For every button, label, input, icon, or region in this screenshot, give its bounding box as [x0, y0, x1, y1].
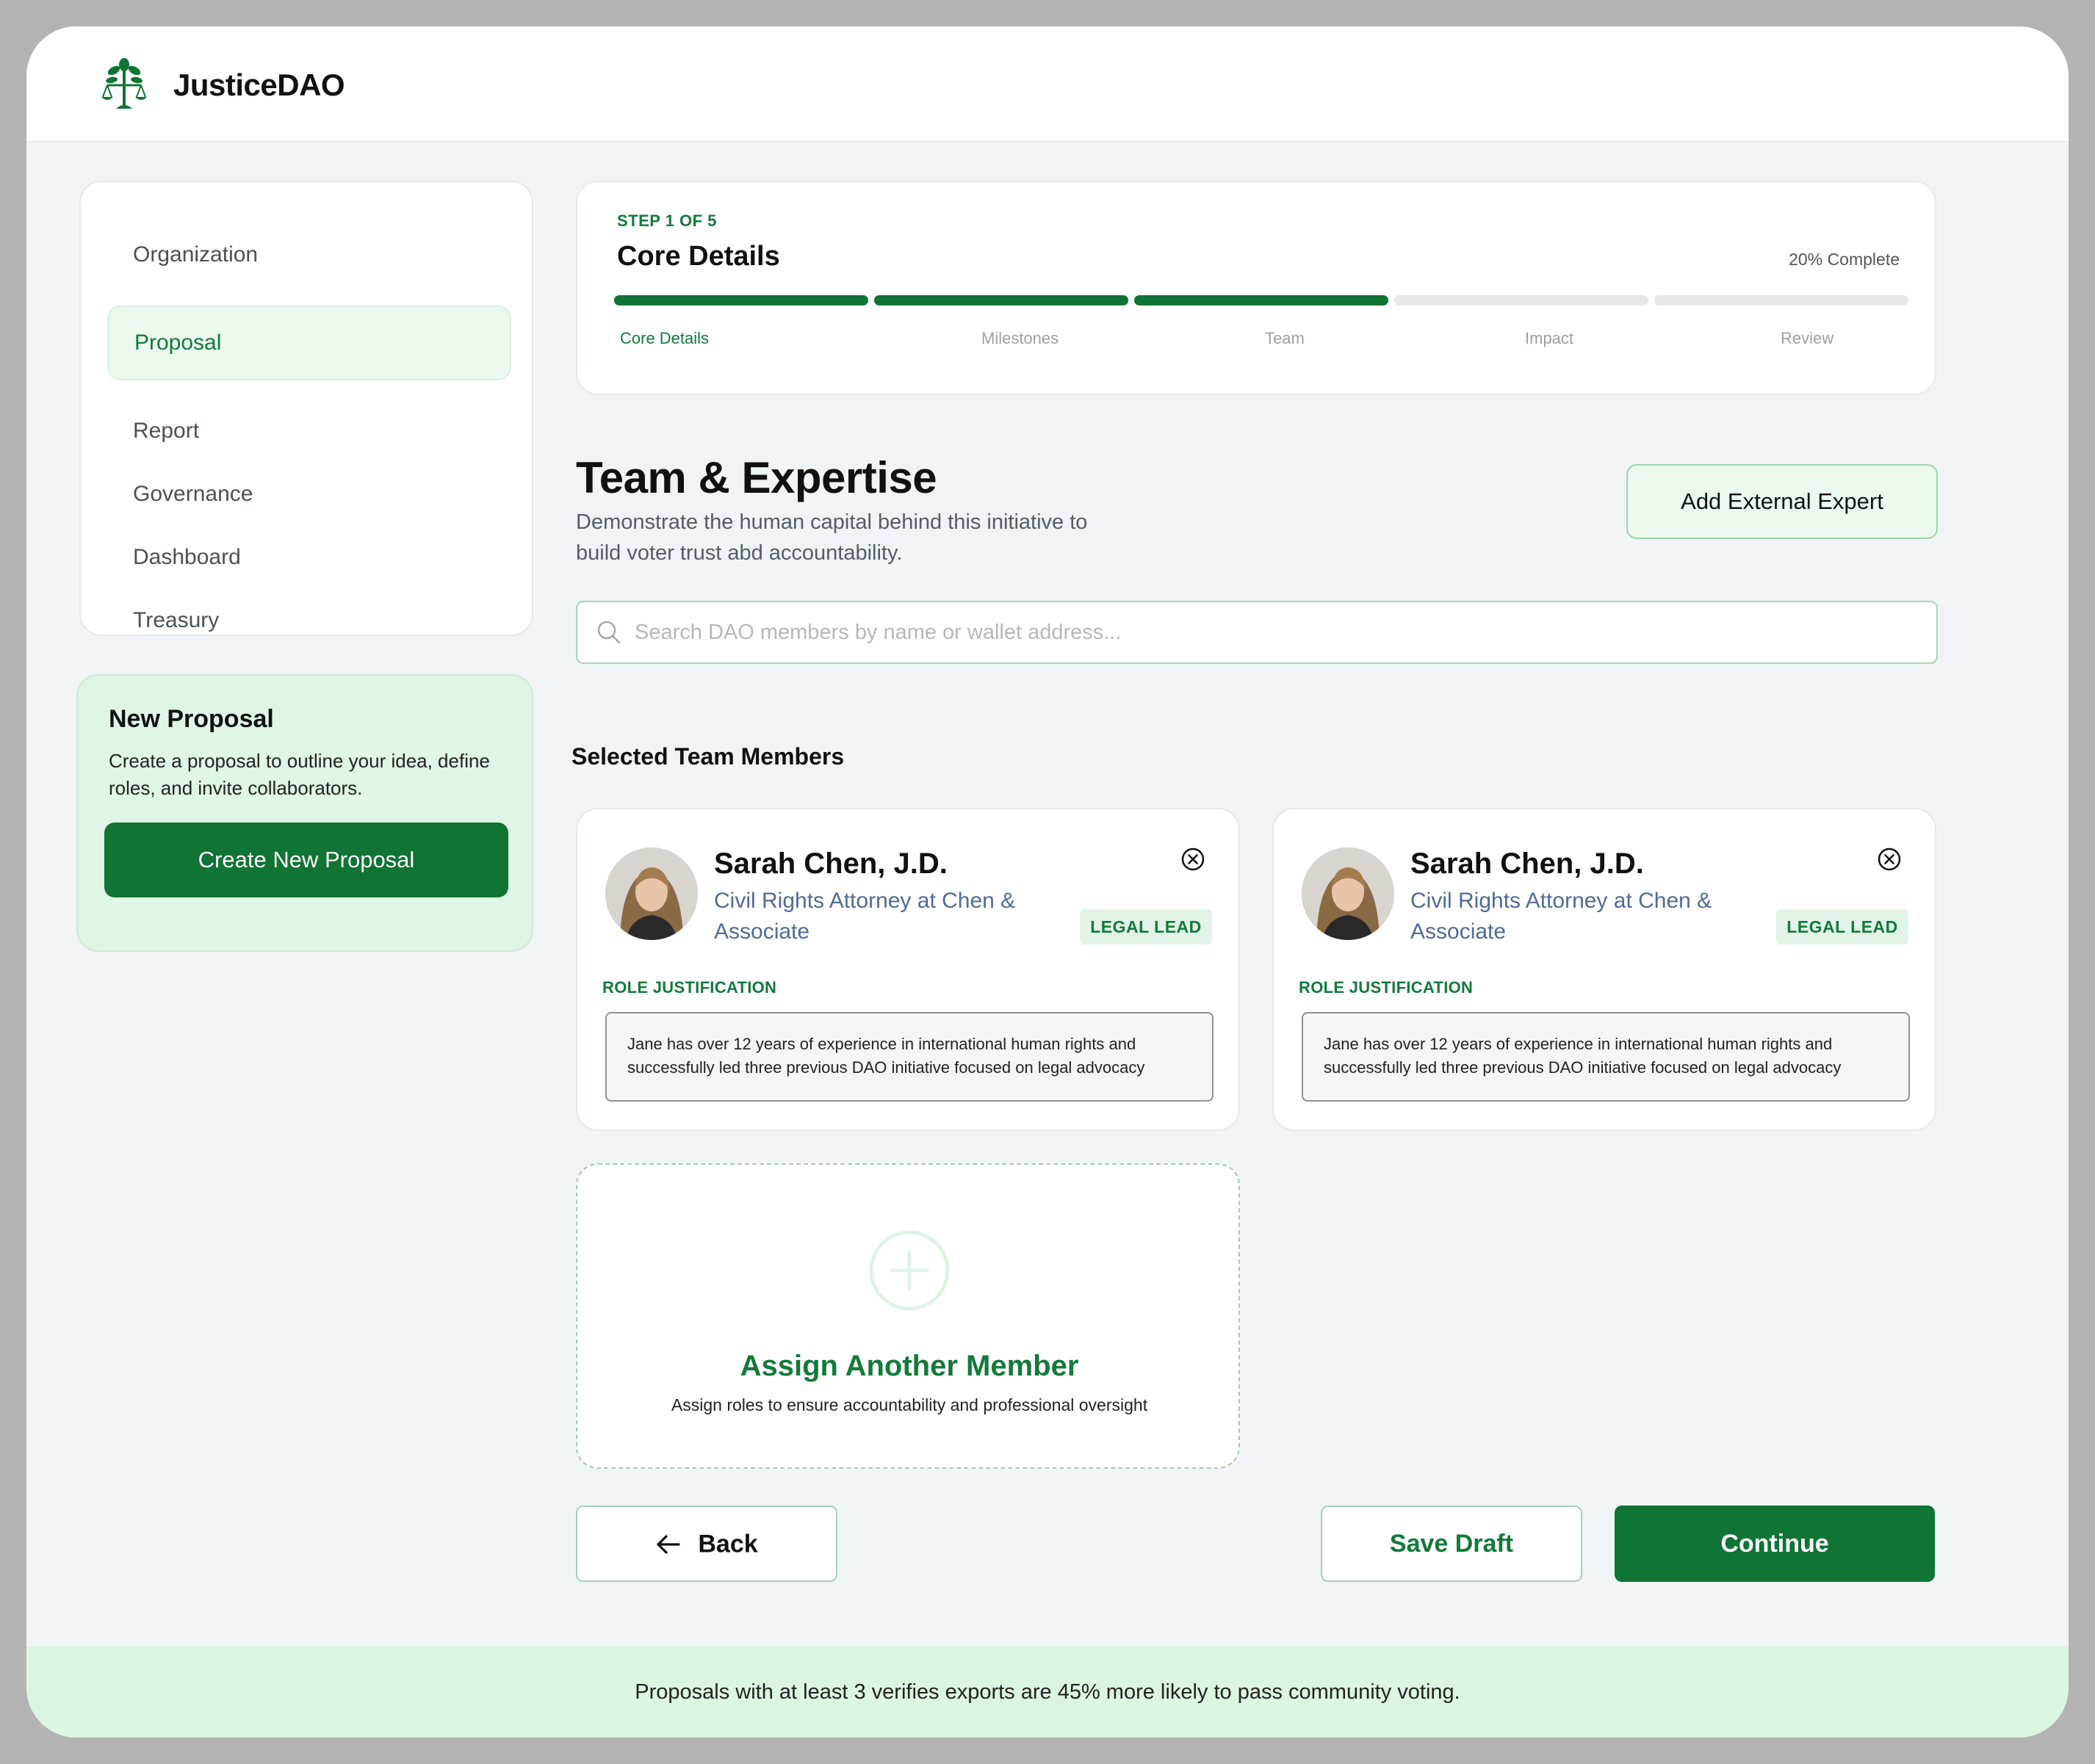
promo-title: New Proposal: [109, 705, 274, 733]
step-counter: STEP 1 OF 5: [617, 212, 717, 230]
member-title: Civil Rights Attorney at Chen & Associat…: [1410, 889, 1712, 944]
device-frame: JusticeDAO Organization Proposal Report …: [0, 0, 2095, 1764]
role-justification-field[interactable]: Jane has over 12 years of experience in …: [605, 1012, 1214, 1102]
back-button[interactable]: Back: [576, 1505, 837, 1582]
assign-member-card[interactable]: Assign Another Member Assign roles to en…: [576, 1163, 1240, 1469]
continue-button[interactable]: Continue: [1615, 1505, 1935, 1582]
plus-circle-icon: [868, 1229, 951, 1312]
assign-member-subtitle: Assign roles to ensure accountability an…: [671, 1395, 1148, 1414]
tip-banner: Proposals with at least 3 verifies expor…: [26, 1646, 2069, 1738]
arrow-left-icon: [657, 1535, 680, 1554]
search-icon: [596, 620, 621, 645]
page-subtitle: Demonstrate the human capital behind thi…: [576, 510, 1088, 565]
progress-segment-impact: [1394, 295, 1648, 306]
role-justification-label: ROLE JUSTIFICATION: [1299, 978, 1474, 997]
remove-member-close-icon[interactable]: [1876, 846, 1903, 872]
search-input[interactable]: [635, 602, 1913, 662]
top-bar: JusticeDAO: [26, 26, 2069, 142]
page-title: Team & Expertise: [576, 453, 937, 502]
sidebar-item-proposal[interactable]: Proposal: [107, 306, 511, 380]
sidebar-item-treasury[interactable]: Treasury: [107, 583, 511, 658]
percent-complete: 20% Complete: [1789, 250, 1900, 269]
member-name: Sarah Chen, J.D.: [1410, 847, 1644, 880]
avatar: [1302, 847, 1394, 940]
step-label-core-details[interactable]: Core Details: [620, 329, 709, 348]
create-new-proposal-button[interactable]: Create New Proposal: [104, 823, 508, 897]
selected-members-heading: Selected Team Members: [571, 743, 845, 770]
save-draft-button[interactable]: Save Draft: [1321, 1505, 1582, 1582]
scales-tree-logo-icon: [95, 56, 153, 113]
role-badge: LEGAL LEAD: [1080, 909, 1212, 944]
step-label-team[interactable]: Team: [1265, 329, 1305, 348]
member-name: Sarah Chen, J.D.: [714, 847, 948, 880]
progress-segment-milestones: [874, 295, 1128, 306]
member-card: Sarah Chen, J.D. Civil Rights Attorney a…: [576, 808, 1240, 1131]
role-justification-label: ROLE JUSTIFICATION: [602, 978, 777, 997]
step-label-impact[interactable]: Impact: [1525, 329, 1573, 348]
avatar: [605, 847, 698, 940]
role-justification-field[interactable]: Jane has over 12 years of experience in …: [1302, 1012, 1910, 1102]
progress-stepper: STEP 1 OF 5 Core Details 20% Complete Co…: [576, 181, 1936, 395]
sidebar-item-organization[interactable]: Organization: [107, 217, 511, 292]
back-button-label: Back: [698, 1530, 758, 1558]
promo-description: Create a proposal to outline your idea, …: [109, 750, 490, 799]
brand-name: JusticeDAO: [173, 68, 345, 102]
app-screen: JusticeDAO Organization Proposal Report …: [26, 26, 2069, 1738]
member-card: Sarah Chen, J.D. Civil Rights Attorney a…: [1272, 808, 1936, 1131]
step-label-milestones[interactable]: Milestones: [981, 329, 1059, 348]
sidebar-nav: Organization Proposal Report Governance …: [79, 181, 533, 636]
role-badge: LEGAL LEAD: [1776, 909, 1908, 944]
progress-segment-review: [1654, 295, 1908, 306]
progress-segment-core-details: [614, 295, 868, 306]
progress-segment-team: [1134, 295, 1388, 306]
assign-member-title: Assign Another Member: [740, 1350, 1079, 1382]
add-external-expert-button[interactable]: Add External Expert: [1626, 464, 1938, 539]
step-label-review[interactable]: Review: [1781, 329, 1833, 348]
step-title: Core Details: [617, 241, 780, 272]
new-proposal-panel: New Proposal Create a proposal to outlin…: [76, 674, 533, 952]
remove-member-close-icon[interactable]: [1180, 846, 1206, 872]
member-title: Civil Rights Attorney at Chen & Associat…: [714, 889, 1016, 944]
member-search: [576, 601, 1938, 664]
